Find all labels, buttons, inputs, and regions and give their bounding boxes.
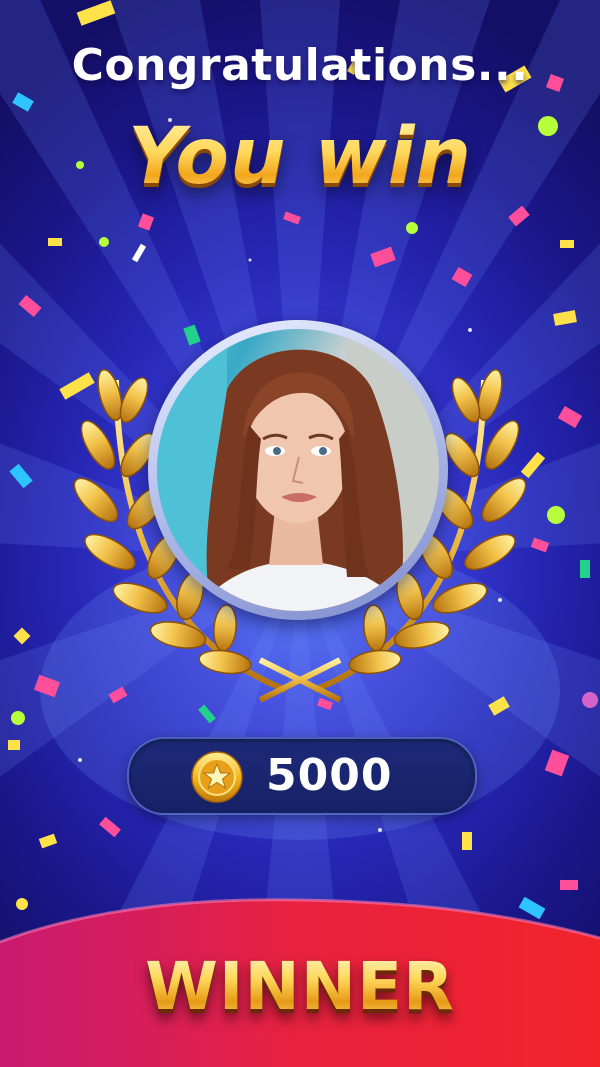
you-win-heading: You win [0,112,600,202]
avatar-portrait-icon [157,329,439,611]
coin-amount: 5000 [266,750,393,801]
reward-pill: 5000 [127,737,477,815]
win-screen: Congratulations... You win 5000 WINNER [0,0,600,1067]
star-coin-icon [191,751,243,803]
congratulations-heading: Congratulations... [71,40,529,91]
winner-label: WINNER [0,948,600,1025]
player-avatar [157,329,439,611]
